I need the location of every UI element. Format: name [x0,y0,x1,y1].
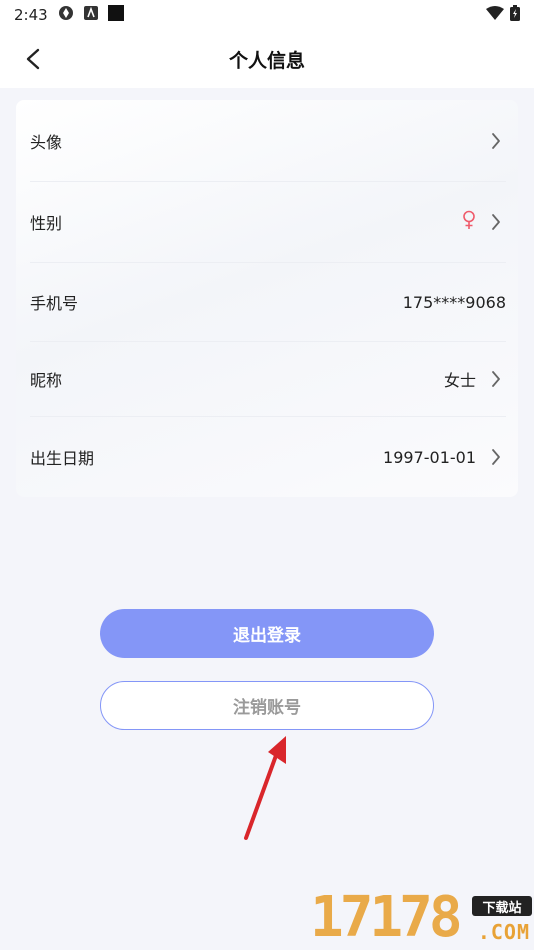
phone-row: 手机号 175****9068 [30,263,506,341]
status-right [486,5,520,25]
annotation-arrow-icon [244,736,286,840]
back-button[interactable] [18,44,48,74]
nickname-label: 昵称 [30,371,63,390]
page-title: 个人信息 [228,49,305,72]
status-bar: 2:43 [0,0,534,30]
birthday-label: 出生日期 [30,449,95,468]
cancel-account-button[interactable]: 注销账号 [100,681,434,730]
birthday-row[interactable]: 出生日期 1997-01-01 [30,417,506,497]
avatar-row[interactable]: 头像 [30,100,506,182]
square-notification-icon [107,5,124,25]
gender-label: 性别 [30,214,63,233]
watermark-digits: 17178 [310,885,463,950]
nav-bar: 个人信息 [0,30,534,88]
watermark: 17178 下载站 .COM [310,888,532,948]
chevron-right-icon [486,132,506,150]
wifi-icon [486,6,504,24]
nickname-row[interactable]: 昵称 女士 [30,342,506,416]
phone-label: 手机号 [30,294,79,313]
nickname-text: 女士 [443,371,476,390]
logout-button[interactable]: 退出登录 [100,609,434,658]
avatar-label: 头像 [30,133,63,152]
avatar-value [486,132,506,150]
gender-row[interactable]: 性别 [30,182,506,262]
status-time: 2:43 [14,6,48,24]
birthday-value: 1997-01-01 [383,448,506,467]
gender-value [462,210,506,234]
watermark-domain: .COM [477,920,530,944]
female-icon [462,210,476,234]
chevron-left-icon [26,48,40,70]
sync-icon [58,5,74,25]
profile-card: 头像 性别 手机号 175****9068 昵称 女士 出生日期 1997-01… [16,100,518,497]
chevron-right-icon [486,448,506,466]
watermark-tag: 下载站 [472,896,532,916]
phone-number: 175****9068 [402,292,506,312]
app-notification-icon [83,6,98,24]
birthday-text: 1997-01-01 [383,447,476,467]
nickname-value: 女士 [444,367,506,391]
chevron-right-icon [486,370,506,388]
phone-value: 175****9068 [403,293,506,312]
battery-icon [510,5,520,25]
chevron-right-icon [486,213,506,231]
